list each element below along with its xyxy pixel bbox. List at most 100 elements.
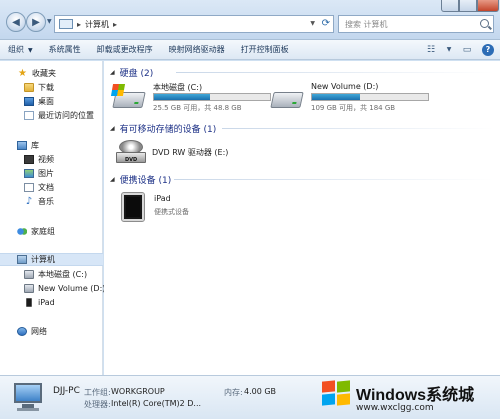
drive-usage-bar [153,93,271,101]
drive-free-space: 25.5 GB 可用，共 48.8 GB [153,104,242,112]
ipad-icon [121,192,145,222]
music-icon: ♪ [25,196,33,207]
video-icon [24,155,34,164]
sidebar-item-desktop[interactable]: 桌面 [0,95,103,108]
device-type: 便携式设备 [154,208,189,216]
sidebar-item-music[interactable]: ♪ 音乐 [0,195,103,208]
sidebar-item-local-disk[interactable]: 本地磁盘 (C:) [0,268,103,281]
drive-name: New Volume (D:) [311,82,379,91]
pictures-icon [24,169,34,178]
sidebar-item-label: 视频 [38,155,54,164]
sidebar-item-label: 文档 [38,183,54,192]
search-input[interactable]: 搜索 计算机 [338,15,494,33]
drive-usage-bar [311,93,429,101]
drive-c[interactable]: 本地磁盘 (C:) 25.5 GB 可用，共 48.8 GB [110,82,274,122]
sidebar-item-label: 下载 [38,83,54,92]
refresh-icon[interactable]: ⟳ [322,18,330,29]
homegroup-icon [17,227,27,236]
drive-dvd[interactable]: DVD DVD RW 驱动器 (E:) [116,140,266,166]
library-icon [17,141,27,150]
logo-yellow-pane [337,393,350,406]
help-icon[interactable]: ? [482,43,494,56]
collapse-triangle-icon[interactable]: ◢ [110,176,115,183]
monitor-screen [14,383,42,403]
group-header-hard-disks[interactable]: ◢ 硬盘 (2) [110,66,153,79]
sidebar-item-computer[interactable]: 计算机 [0,253,103,266]
sidebar-item-videos[interactable]: 视频 [0,153,103,166]
chevron-right-icon[interactable]: ▸ [77,20,81,29]
documents-icon [24,183,34,192]
chevron-down-icon: ▼ [28,47,33,54]
close-button[interactable] [477,0,499,12]
sidebar-item-ipad[interactable]: iPad [0,296,103,309]
sidebar-item-label: New Volume (D:) [38,284,106,293]
group-header-portable[interactable]: ◢ 便携设备 (1) [110,173,172,186]
preview-pane-icon[interactable]: ▭ [460,43,474,56]
sidebar-item-libraries[interactable]: 库 [0,139,103,152]
chevron-right-icon[interactable]: ▸ [113,20,117,29]
drive-d[interactable]: New Volume (D:) 109 GB 可用，共 184 GB [270,82,432,122]
maximize-button[interactable] [459,0,477,12]
logo-blue-pane [322,393,335,406]
group-title: 有可移动存储的设备 (1) [119,124,217,135]
hard-drive-icon [24,284,34,293]
system-properties-button[interactable]: 系统属性 [41,44,89,55]
sidebar-item-network[interactable]: 网络 [0,325,103,338]
sidebar-item-label: 家庭组 [31,227,55,236]
sidebar-item-new-volume[interactable]: New Volume (D:) [0,282,106,295]
windows-logo-icon [110,84,126,96]
computer-icon [12,383,46,413]
breadcrumb-computer[interactable]: 计算机 [85,19,109,30]
open-control-panel-button[interactable]: 打开控制面板 [233,44,297,55]
arrow-right-icon: ▶ [32,16,40,28]
uninstall-program-button[interactable]: 卸载或更改程序 [89,44,161,55]
recent-pages-dropdown[interactable]: ▼ [47,18,52,25]
address-bar[interactable]: ▸ 计算机 ▸ ▼ ⟳ [54,15,334,33]
group-title: 便携设备 (1) [119,175,172,186]
site-watermark: Windows系统城 www.wxclgg.com [318,378,500,419]
address-dropdown-icon[interactable]: ▼ [310,20,315,27]
content-pane: ◢ 硬盘 (2) 本地磁盘 (C:) 25.5 GB 可用，共 48.8 GB … [104,61,500,375]
sidebar-item-favorites[interactable]: ★ 收藏夹 [0,67,103,80]
sidebar-item-label: 桌面 [38,97,54,106]
organize-button[interactable]: 组织 ▼ [0,44,41,55]
drive-name: 本地磁盘 (C:) [153,83,203,92]
ipad-screen [126,197,140,217]
view-options-icon[interactable]: ☷ [424,43,438,56]
watermark-title: Windows系统城 [356,387,475,404]
windows-logo-icon [322,380,352,407]
sidebar-item-recent[interactable]: 最近访问的位置 [0,109,103,122]
back-button[interactable]: ◀ [6,12,26,32]
recent-places-icon [24,111,34,120]
sidebar-item-downloads[interactable]: 下载 [0,81,103,94]
search-icon[interactable] [480,19,489,28]
group-divider [176,72,494,73]
processor-value: Intel(R) Core(TM)2 D... [111,399,202,408]
group-header-removable[interactable]: ◢ 有可移动存储的设备 (1) [110,122,217,135]
logo-green-pane [337,380,350,393]
sidebar-item-homegroup[interactable]: 家庭组 [0,225,103,238]
drive-usage-fill [312,94,360,100]
forward-button[interactable]: ▶ [26,12,46,32]
pc-name: DJJ-PC [53,386,80,396]
sidebar-item-label: 音乐 [38,197,54,206]
map-network-drive-button[interactable]: 映射网络驱动器 [161,44,233,55]
view-dropdown-icon[interactable]: ▼ [446,43,452,56]
sidebar-item-label: 计算机 [31,255,55,264]
sidebar-item-pictures[interactable]: 图片 [0,167,103,180]
logo-red-pane [322,380,335,393]
dvd-drive-body: DVD [116,152,146,163]
group-divider [222,128,494,129]
command-toolbar: 组织 ▼ 系统属性 卸载或更改程序 映射网络驱动器 打开控制面板 ☷ ▼ ▭ ? [0,40,500,60]
sidebar-item-label: 网络 [31,327,47,336]
hard-drive-windows-icon [110,84,148,112]
minimize-button[interactable] [441,0,459,12]
ipad-icon [26,298,32,307]
collapse-triangle-icon[interactable]: ◢ [110,69,115,76]
title-bar: ◀ ▶ ▼ ▸ 计算机 ▸ ▼ ⟳ 搜索 计算机 [0,0,500,40]
watermark-url: www.wxclgg.com [356,403,434,413]
drive-activity-light [292,102,297,104]
device-ipad[interactable]: iPad 便携式设备 [110,192,230,225]
collapse-triangle-icon[interactable]: ◢ [110,125,115,132]
sidebar-item-documents[interactable]: 文档 [0,181,103,194]
